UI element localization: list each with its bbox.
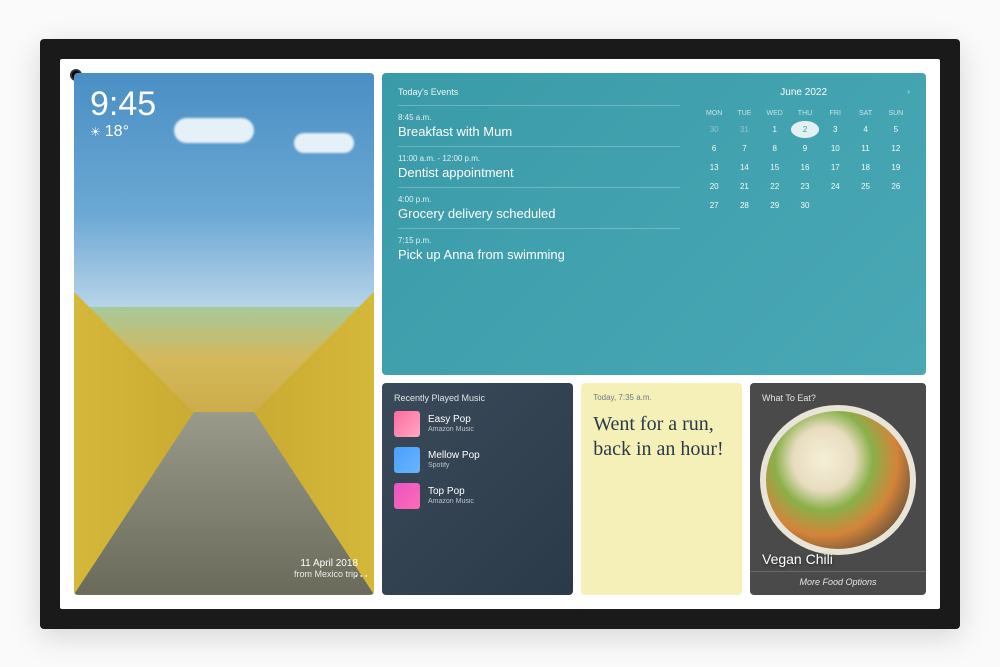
calendar-day[interactable]: 15 — [761, 159, 789, 176]
calendar-day[interactable]: 30 — [791, 197, 819, 214]
calendar-day[interactable]: 6 — [700, 140, 728, 157]
calendar-day[interactable]: 19 — [882, 159, 910, 176]
calendar-day[interactable]: 1 — [761, 121, 789, 138]
music-heading: Recently Played Music — [394, 393, 561, 403]
calendar-day[interactable]: 16 — [791, 159, 819, 176]
calendar-dow: SUN — [882, 108, 910, 119]
calendar-day[interactable]: 18 — [851, 159, 879, 176]
event-title: Dentist appointment — [398, 165, 680, 180]
album-art-icon — [394, 447, 420, 473]
weather-icon: ☀ — [90, 125, 101, 139]
events-calendar-widget[interactable]: Today's Events 8:45 a.m. Breakfast with … — [382, 73, 926, 376]
event-item[interactable]: 11:00 a.m. - 12:00 p.m. Dentist appointm… — [398, 146, 680, 187]
calendar-dow: SAT — [851, 108, 879, 119]
event-time: 8:45 a.m. — [398, 113, 680, 122]
temperature: 18° — [105, 123, 129, 141]
calendar-day[interactable]: 8 — [761, 140, 789, 157]
more-food-link[interactable]: More Food Options — [750, 571, 926, 587]
calendar-day[interactable]: 29 — [761, 197, 789, 214]
calendar-dow: TUE — [730, 108, 758, 119]
clock-time: 9:45 — [90, 87, 156, 121]
cloud-shape — [174, 118, 254, 143]
right-column: Today's Events 8:45 a.m. Breakfast with … — [382, 73, 926, 595]
event-time: 4:00 p.m. — [398, 195, 680, 204]
device-frame: 9:45 ☀ 18° 11 April 2018 from Mexico tri… — [40, 39, 960, 629]
calendar-dow: WED — [761, 108, 789, 119]
calendar-day[interactable]: 14 — [730, 159, 758, 176]
music-widget[interactable]: Recently Played Music Easy Pop Amazon Mu… — [382, 383, 573, 594]
calendar-day[interactable]: 4 — [851, 121, 879, 138]
calendar-day[interactable]: 22 — [761, 178, 789, 195]
calendar-dow: THU — [791, 108, 819, 119]
calendar-grid: MONTUEWEDTHUFRISATSUN3031123456789101112… — [700, 108, 910, 214]
events-list: Today's Events 8:45 a.m. Breakfast with … — [398, 87, 680, 362]
event-title: Grocery delivery scheduled — [398, 206, 680, 221]
calendar-day[interactable]: 24 — [821, 178, 849, 195]
bottom-widget-row: Recently Played Music Easy Pop Amazon Mu… — [382, 383, 926, 594]
album-art-icon — [394, 483, 420, 509]
calendar-day[interactable]: 25 — [851, 178, 879, 195]
music-source: Amazon Music — [428, 426, 474, 434]
calendar-day[interactable]: 13 — [700, 159, 728, 176]
calendar-day[interactable]: 23 — [791, 178, 819, 195]
calendar-day[interactable]: 7 — [730, 140, 758, 157]
event-time: 7:15 p.m. — [398, 236, 680, 245]
cloud-shape — [294, 133, 354, 153]
calendar-day[interactable]: 27 — [700, 197, 728, 214]
photo-metadata: 11 April 2018 from Mexico trip — [294, 558, 358, 579]
calendar-month: June 2022 — [700, 87, 910, 98]
event-item[interactable]: 7:15 p.m. Pick up Anna from swimming — [398, 228, 680, 269]
time-weather: 9:45 ☀ 18° — [90, 87, 156, 141]
calendar-day[interactable]: 31 — [730, 121, 758, 138]
photo-source: from Mexico trip — [294, 569, 358, 579]
note-text: Went for a run, back in an hour! — [593, 412, 730, 584]
music-item[interactable]: Mellow Pop Spotify — [394, 447, 561, 473]
note-timestamp: Today, 7:35 a.m. — [593, 393, 730, 402]
food-name: Vegan Chili — [762, 551, 833, 567]
calendar-day[interactable]: 12 — [882, 140, 910, 157]
event-item[interactable]: 8:45 a.m. Breakfast with Mum — [398, 105, 680, 146]
screen-bezel: 9:45 ☀ 18° 11 April 2018 from Mexico tri… — [60, 59, 940, 609]
more-icon[interactable]: ⋮ — [354, 569, 370, 581]
calendar-day[interactable]: 5 — [882, 121, 910, 138]
calendar-day[interactable]: 17 — [821, 159, 849, 176]
calendar[interactable]: › June 2022 MONTUEWEDTHUFRISATSUN3031123… — [700, 87, 910, 362]
food-widget[interactable]: What To Eat? Vegan Chili More Food Optio… — [750, 383, 926, 594]
music-title: Mellow Pop — [428, 450, 480, 462]
music-source: Spotify — [428, 462, 480, 470]
calendar-day[interactable]: 3 — [821, 121, 849, 138]
calendar-day[interactable]: 30 — [700, 121, 728, 138]
event-title: Breakfast with Mum — [398, 124, 680, 139]
photo-date: 11 April 2018 — [294, 558, 358, 569]
events-heading: Today's Events — [398, 87, 680, 97]
calendar-day[interactable]: 9 — [791, 140, 819, 157]
music-item[interactable]: Easy Pop Amazon Music — [394, 411, 561, 437]
calendar-day[interactable]: 11 — [851, 140, 879, 157]
calendar-day[interactable]: 10 — [821, 140, 849, 157]
calendar-day[interactable]: 28 — [730, 197, 758, 214]
event-title: Pick up Anna from swimming — [398, 247, 680, 262]
calendar-day[interactable]: 26 — [882, 178, 910, 195]
food-image — [760, 405, 916, 554]
sticky-note-widget[interactable]: Today, 7:35 a.m. Went for a run, back in… — [581, 383, 742, 594]
photo-widget[interactable]: 9:45 ☀ 18° 11 April 2018 from Mexico tri… — [74, 73, 374, 595]
event-item[interactable]: 4:00 p.m. Grocery delivery scheduled — [398, 187, 680, 228]
music-source: Amazon Music — [428, 498, 474, 506]
calendar-dow: MON — [700, 108, 728, 119]
music-item[interactable]: Top Pop Amazon Music — [394, 483, 561, 509]
chevron-right-icon[interactable]: › — [907, 87, 910, 96]
food-heading: What To Eat? — [762, 393, 914, 403]
event-time: 11:00 a.m. - 12:00 p.m. — [398, 154, 680, 163]
calendar-day[interactable]: 2 — [791, 121, 819, 138]
music-title: Easy Pop — [428, 414, 474, 426]
calendar-day[interactable]: 20 — [700, 178, 728, 195]
album-art-icon — [394, 411, 420, 437]
calendar-day[interactable]: 21 — [730, 178, 758, 195]
calendar-dow: FRI — [821, 108, 849, 119]
music-title: Top Pop — [428, 486, 474, 498]
home-screen: 9:45 ☀ 18° 11 April 2018 from Mexico tri… — [74, 73, 926, 595]
